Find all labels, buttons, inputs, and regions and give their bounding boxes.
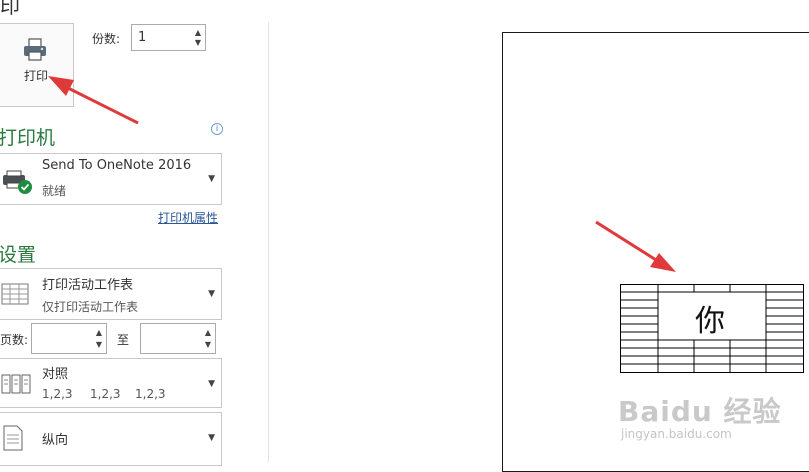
print-scope-dropdown[interactable]: 打印活动工作表 仅打印活动工作表 ▼ <box>0 268 222 320</box>
printer-ready-icon <box>3 170 32 194</box>
printer-name: Send To OneNote 2016 <box>42 158 192 173</box>
spin-up-icon[interactable]: ▲ <box>94 328 104 338</box>
chevron-down-icon: ▼ <box>208 379 215 389</box>
chevron-down-icon: ▼ <box>208 433 215 443</box>
info-icon[interactable]: i <box>211 123 223 135</box>
sheet-icon <box>1 283 29 305</box>
copies-input[interactable]: 1 ▲ ▼ <box>131 24 206 51</box>
spin-up-icon[interactable]: ▲ <box>193 28 203 38</box>
collate-icon <box>1 374 31 394</box>
orientation-value: 纵向 <box>42 433 69 448</box>
panel-divider <box>268 22 269 462</box>
copies-value: 1 <box>138 30 147 45</box>
pages-to-label: 至 <box>117 333 130 347</box>
printer-dropdown[interactable]: Send To OneNote 2016 就绪 ▼ <box>0 153 222 205</box>
chevron-down-icon: ▼ <box>208 289 215 299</box>
spin-down-icon[interactable]: ▼ <box>94 340 104 350</box>
pages-from-input[interactable]: ▲ ▼ <box>31 323 107 354</box>
collate-dropdown[interactable]: 对照 1,2,3 1,2,3 1,2,3 ▼ <box>0 358 222 408</box>
watermark-url: jingyan.baidu.com <box>621 427 732 441</box>
settings-section-title: 设置 <box>0 244 37 266</box>
pages-to-input[interactable]: ▲ ▼ <box>140 323 216 354</box>
copies-label: 份数: <box>92 32 121 46</box>
collate-sub-3: 1,2,3 <box>135 387 166 401</box>
preview-cell-text: 你 <box>695 304 725 339</box>
printer-properties-link[interactable]: 打印机属性 <box>158 209 218 226</box>
print-button[interactable]: 打印 <box>0 23 74 107</box>
orientation-dropdown[interactable]: 纵向 ▼ <box>0 412 222 466</box>
spin-down-icon[interactable]: ▼ <box>203 340 213 350</box>
portrait-page-icon <box>3 425 23 451</box>
printer-icon <box>24 38 46 61</box>
print-scope-sub: 仅打印活动工作表 <box>42 300 139 314</box>
watermark-logo: Baidu 经验 <box>618 395 782 428</box>
spin-up-icon[interactable]: ▲ <box>203 328 213 338</box>
collate-sub-1: 1,2,3 <box>42 387 73 401</box>
printer-section-title: 打印机 <box>0 127 56 149</box>
print-button-label: 打印 <box>23 69 48 83</box>
page-title: 印 <box>0 0 20 18</box>
print-scope-main: 打印活动工作表 <box>42 278 134 293</box>
collate-main: 对照 <box>42 367 69 382</box>
chevron-down-icon: ▼ <box>208 174 215 184</box>
printer-status: 就绪 <box>42 184 67 198</box>
collate-sub-2: 1,2,3 <box>90 387 121 401</box>
spin-down-icon[interactable]: ▼ <box>193 38 203 48</box>
pages-label: 页数: <box>0 333 29 347</box>
